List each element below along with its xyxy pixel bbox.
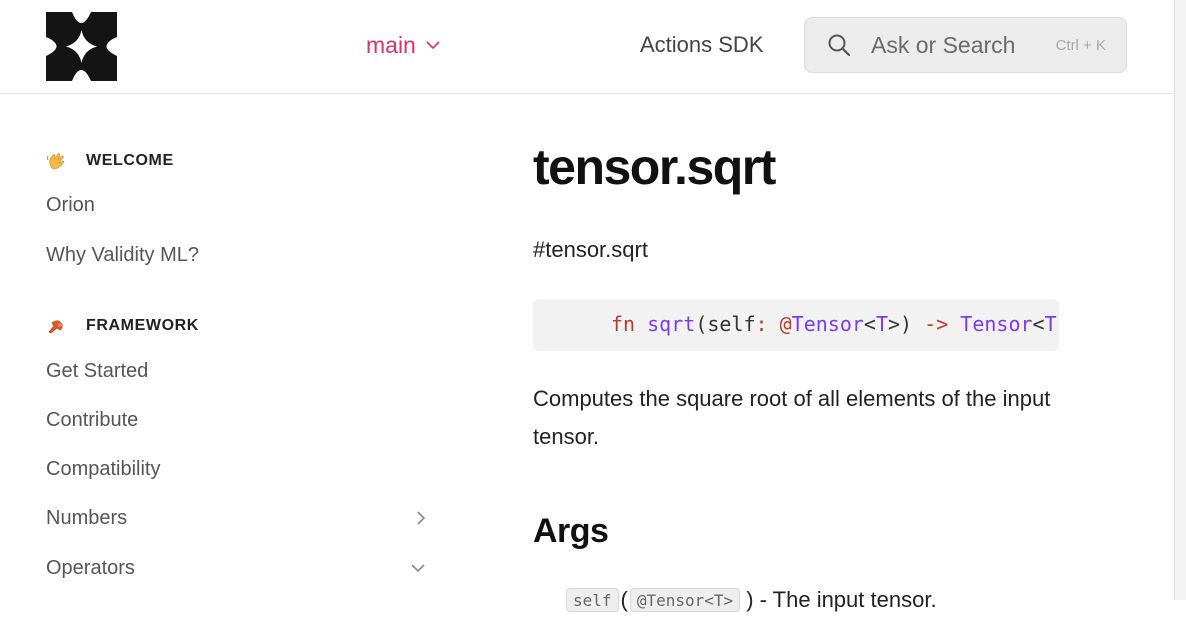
code-arrow: -> [924, 312, 949, 336]
section-welcome: WELCOME [46, 152, 174, 170]
arg-separator: ( [620, 587, 628, 612]
chevron-down-icon[interactable] [410, 563, 426, 573]
code-param-type-at: @ [779, 312, 792, 336]
args-heading: Args [533, 512, 609, 550]
arg-description: ) - The input tensor. [746, 587, 937, 612]
version-label: main [366, 32, 416, 58]
sidebar-item-orion[interactable]: Orion [46, 187, 430, 223]
arg-type-chip: @Tensor<T> [629, 588, 741, 612]
code-keyword: fn [611, 312, 636, 336]
pushpin-icon [48, 320, 63, 334]
anchor-link[interactable]: #tensor.sqrt [533, 237, 648, 263]
sidebar-item-label: Compatibility [46, 457, 161, 480]
top-header: main Actions SDK Ask or Search Ctrl + K [0, 0, 1174, 94]
arg-name-chip: self [566, 588, 619, 612]
code-lt-2: < [1032, 312, 1045, 336]
waving-hand-icon [47, 153, 64, 170]
code-block: fn sqrt(self: @Tensor<T>) -> Tensor<T [533, 299, 1059, 351]
sidebar-item-why-validity-ml[interactable]: Why Validity ML? [46, 237, 430, 273]
version-selector[interactable]: main [366, 32, 440, 59]
sidebar: WELCOME Orion Why Validity ML? FRAMEWORK… [0, 93, 460, 600]
code-function-name: sqrt [647, 312, 696, 336]
code-param-type: Tensor [791, 312, 864, 336]
site-logo[interactable] [46, 12, 117, 81]
code-colon: : [755, 312, 768, 336]
sidebar-item-numbers[interactable]: Numbers [46, 500, 430, 536]
section-title: WELCOME [86, 152, 174, 169]
sidebar-item-label: Get Started [46, 359, 149, 382]
sidebar-item-label: Operators [46, 556, 135, 579]
search-placeholder: Ask or Search [871, 32, 1016, 58]
page-title: tensor.sqrt [533, 139, 776, 195]
section-title: FRAMEWORK [86, 317, 199, 334]
sidebar-item-compatibility[interactable]: Compatibility [46, 451, 430, 487]
code-type-param-2: T [1044, 312, 1057, 336]
sidebar-item-get-started[interactable]: Get Started [46, 353, 430, 389]
sidebar-item-label: Contribute [46, 408, 139, 431]
code-return-type: Tensor [960, 312, 1033, 336]
chevron-right-icon[interactable] [416, 510, 426, 526]
code-lt: < [863, 312, 876, 336]
code-type-param: T [875, 312, 889, 336]
actions-sdk-link[interactable]: Actions SDK [640, 32, 764, 58]
code-signature: fn sqrt(self: @Tensor<T>) -> Tensor<T [611, 312, 1057, 336]
sidebar-item-operators[interactable]: Operators [46, 550, 430, 586]
description: Computes the square root of all elements… [533, 386, 1051, 449]
code-params: (self [695, 312, 756, 336]
sidebar-item-label: Why Validity ML? [46, 243, 200, 266]
search-shortcut: Ctrl + K [1055, 37, 1106, 54]
search-icon [828, 34, 851, 57]
search-box[interactable]: Ask or Search Ctrl + K [804, 17, 1127, 73]
page-scrollbar[interactable] [1174, 0, 1186, 600]
arg-row: self ( @Tensor<T> ) - The input tensor. [566, 588, 937, 618]
chevron-down-icon [426, 41, 440, 50]
section-framework: FRAMEWORK [46, 317, 199, 335]
code-gt: >) [888, 312, 913, 336]
sidebar-item-label: Numbers [46, 506, 128, 529]
sidebar-item-label: Orion [46, 193, 95, 216]
sidebar-item-contribute[interactable]: Contribute [46, 402, 430, 438]
